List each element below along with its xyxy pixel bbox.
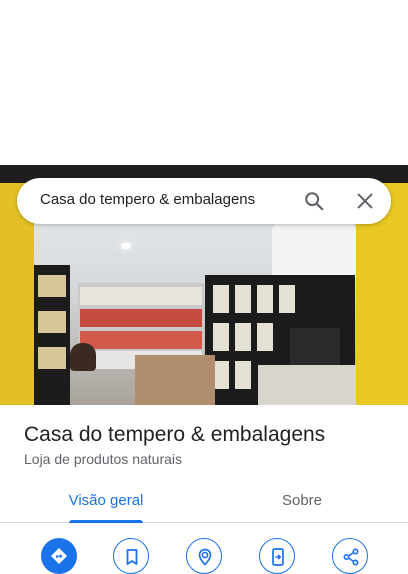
nearby-button[interactable]: [186, 538, 222, 574]
photo-counter: [258, 365, 356, 405]
share-button[interactable]: [332, 538, 368, 574]
place-title: Casa do tempero & embalagens: [24, 423, 326, 446]
tab-about[interactable]: Sobre: [236, 478, 368, 522]
photo-packaging-bags: [272, 220, 356, 280]
send-to-phone-button[interactable]: [259, 538, 295, 574]
nearby-icon: [198, 548, 212, 566]
search-icon[interactable]: [303, 190, 325, 212]
search-bar[interactable]: Casa do tempero & embalagens: [17, 178, 391, 224]
photo-person: [70, 343, 96, 371]
tab-overview-label: Visão geral: [68, 491, 144, 509]
directions-icon: [51, 548, 67, 564]
tab-bar: Visão geral Sobre: [0, 478, 408, 523]
tab-overview[interactable]: Visão geral: [40, 478, 172, 523]
photo-ceiling-light: [121, 243, 131, 249]
photo-boxes: [135, 355, 215, 405]
tab-selected-indicator: [69, 520, 143, 523]
photo-left-shelf: [34, 265, 70, 405]
share-icon: [343, 548, 359, 566]
directions-button[interactable]: [41, 538, 77, 574]
save-button[interactable]: [113, 538, 149, 574]
close-icon[interactable]: [354, 190, 376, 212]
place-category: Loja de produtos naturais: [24, 451, 182, 467]
search-input[interactable]: Casa do tempero & embalagens: [40, 191, 255, 208]
top-blank-area: [0, 0, 408, 165]
send-to-phone-icon: [272, 548, 284, 566]
save-bookmark-icon: [126, 549, 138, 565]
tab-about-label: Sobre: [281, 491, 323, 509]
